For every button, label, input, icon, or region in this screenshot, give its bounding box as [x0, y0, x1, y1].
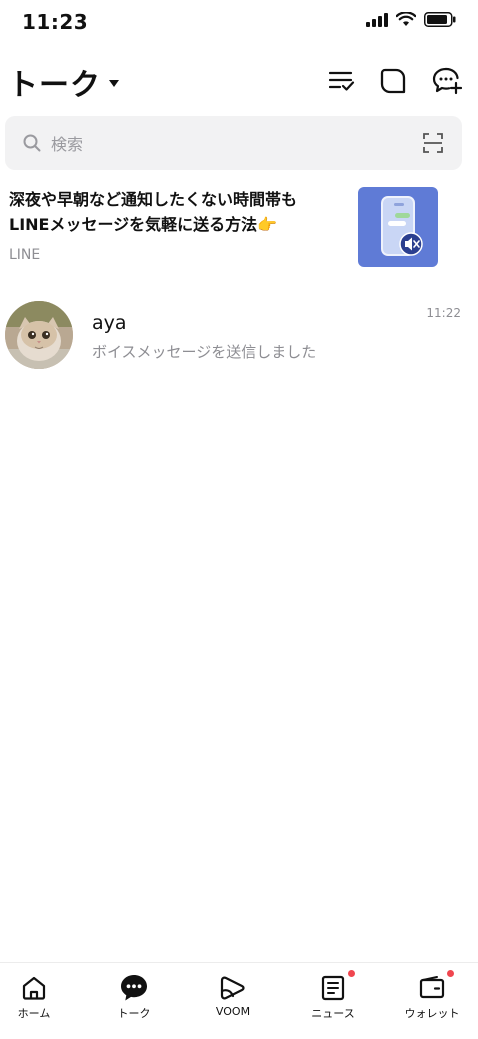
qr-scan-icon[interactable] — [423, 133, 443, 153]
status-indicators — [366, 12, 456, 27]
home-icon — [19, 973, 49, 1003]
chat-bubble-icon — [119, 973, 149, 1003]
promo-thumbnail[interactable] — [358, 187, 438, 267]
talk-title-dropdown[interactable]: トーク — [8, 60, 119, 104]
edit-list-icon[interactable] — [325, 64, 359, 98]
search-input[interactable] — [49, 116, 413, 172]
cat-avatar-image — [5, 301, 73, 369]
chevron-down-icon — [109, 79, 119, 87]
promo-line-2: LINEメッセージを気軽に送る方法👉 — [9, 215, 278, 234]
bottom-nav: ホーム トーク VOOM ニュース ウォレット — [0, 962, 478, 1039]
battery-icon — [424, 12, 456, 27]
nav-home[interactable]: ホーム — [0, 963, 82, 1039]
status-time: 11:23 — [22, 10, 89, 34]
news-notification-badge — [348, 970, 355, 977]
nav-home-label: ホーム — [17, 1007, 51, 1020]
nav-voom[interactable]: VOOM — [185, 963, 281, 1039]
voom-play-icon — [218, 973, 248, 1003]
cellular-signal-icon — [366, 12, 388, 27]
nav-voom-label: VOOM — [215, 1005, 251, 1018]
chat-contact-name: aya — [92, 312, 127, 334]
promo-line-1: 深夜や早朝など通知したくない時間帯も — [9, 190, 298, 209]
promo-headline: 深夜や早朝など通知したくない時間帯も LINEメッセージを気軽に送る方法👉 — [9, 187, 344, 237]
search-bar[interactable] — [5, 116, 462, 172]
new-chat-icon[interactable] — [430, 64, 464, 98]
nav-news[interactable]: ニュース — [285, 963, 381, 1039]
search-icon — [23, 134, 41, 152]
wallet-notification-badge — [447, 970, 454, 977]
nav-wallet-label: ウォレット — [404, 1007, 460, 1020]
chat-last-message: ボイスメッセージを送信しました — [92, 343, 317, 361]
promo-source: LINE — [9, 247, 41, 263]
wifi-icon — [396, 12, 416, 26]
open-chat-icon[interactable] — [376, 64, 410, 98]
nav-news-label: ニュース — [311, 1007, 355, 1020]
nav-talk[interactable]: トーク — [86, 963, 182, 1039]
nav-talk-label: トーク — [117, 1007, 151, 1020]
news-icon — [318, 973, 348, 1003]
avatar — [5, 301, 73, 369]
page-title: トーク — [8, 68, 101, 103]
nav-wallet[interactable]: ウォレット — [384, 963, 478, 1039]
phone-mute-illustration — [381, 196, 423, 256]
chat-timestamp: 11:22 — [426, 306, 461, 320]
wallet-icon — [417, 973, 447, 1003]
